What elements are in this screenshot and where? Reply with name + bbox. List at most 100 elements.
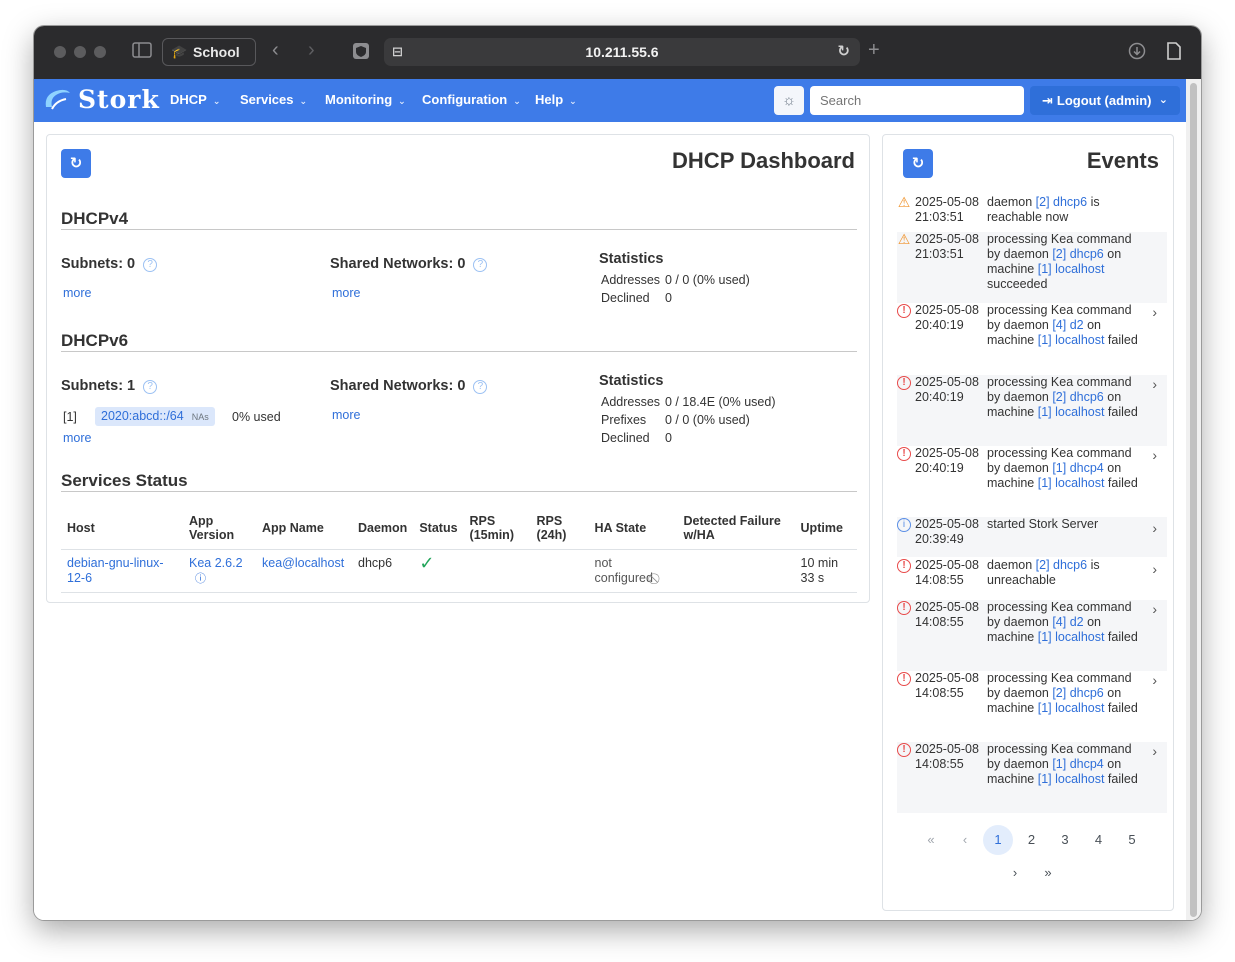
v6-stat-addresses-value: 0 / 18.4E (0% used) xyxy=(665,395,776,409)
chevron-right-icon[interactable]: › xyxy=(1152,448,1157,463)
menu-monitoring[interactable]: Monitoring ⌄ xyxy=(325,91,406,110)
menu-services[interactable]: Services ⌄ xyxy=(240,91,307,110)
logout-button[interactable]: ⇥ Logout (admin) ⌄ xyxy=(1030,86,1180,115)
event-timestamp: 2025-05-08 14:08:55 xyxy=(915,600,987,630)
v6-subnet-link[interactable]: 2020:abcd::/64 NAs xyxy=(95,407,215,426)
event-entity-link[interactable]: [2] dhcp6 xyxy=(1036,558,1087,572)
col-status: Status xyxy=(413,508,464,550)
info-icon[interactable]: ⓘ xyxy=(195,573,206,585)
event-entity-link[interactable]: [2] dhcp6 xyxy=(1052,686,1103,700)
site-settings-icon[interactable]: ⊟ xyxy=(392,38,403,66)
event-item: ⚠ 2025-05-08 21:03:51 processing Kea comman… xyxy=(897,232,1167,303)
page-button-4[interactable]: 4 xyxy=(1084,825,1114,855)
event-item[interactable]: ! 2025-05-08 14:08:55 daemon [2] dhcp6 is u… xyxy=(897,558,1167,599)
forward-icon[interactable]: › xyxy=(308,40,315,60)
v4-subnets-more-link[interactable]: more xyxy=(63,286,91,300)
dashboard-refresh-button[interactable]: ↻ xyxy=(61,149,91,178)
back-icon[interactable]: ‹ xyxy=(272,40,279,60)
event-item[interactable]: ! 2025-05-08 14:08:55 processing Kea comman… xyxy=(897,671,1167,742)
reader-icon[interactable] xyxy=(1166,42,1182,66)
event-item[interactable]: ! 2025-05-08 20:40:19 processing Kea comman… xyxy=(897,303,1167,374)
theme-toggle-button[interactable]: ☼ xyxy=(774,86,804,115)
page-scrollbar[interactable] xyxy=(1186,79,1201,920)
help-icon[interactable]: ? xyxy=(143,380,158,394)
event-item[interactable]: i 2025-05-08 20:39:49 started Stork Server › xyxy=(897,517,1167,557)
event-entity-link[interactable]: [4] d2 xyxy=(1052,615,1083,629)
chevron-right-icon[interactable]: › xyxy=(1152,305,1157,320)
event-entity-link[interactable]: [1] localhost xyxy=(1038,405,1105,419)
chevron-right-icon[interactable]: › xyxy=(1152,673,1157,688)
address-text: 10.211.55.6 xyxy=(585,44,659,60)
event-item[interactable]: ! 2025-05-08 14:08:55 processing Kea comman… xyxy=(897,600,1167,671)
new-tab-icon[interactable]: + xyxy=(868,40,880,60)
search-input[interactable] xyxy=(810,86,1024,115)
privacy-shield-icon[interactable] xyxy=(352,42,370,66)
address-bar[interactable]: ⊟ 10.211.55.6 ↻ xyxy=(384,38,860,66)
event-timestamp: 2025-05-08 20:39:49 xyxy=(915,517,987,547)
v6-subnets-more-link[interactable]: more xyxy=(63,431,91,445)
warning-icon: ⚠ xyxy=(897,194,911,210)
host-link[interactable]: debian-gnu-linux-12-6 xyxy=(67,556,164,585)
app-version-link[interactable]: Kea 2.6.2 xyxy=(189,556,243,570)
help-icon[interactable]: ? xyxy=(473,258,488,272)
scrollbar-thumb[interactable] xyxy=(1190,83,1197,917)
chevron-right-icon[interactable]: › xyxy=(1152,377,1157,392)
app-name-link[interactable]: kea@localhost xyxy=(262,556,344,570)
v6-stat-prefixes-label: Prefixes xyxy=(601,413,647,427)
menu-help[interactable]: Help ⌄ xyxy=(535,91,577,110)
event-entity-link[interactable]: [2] dhcp6 xyxy=(1052,247,1103,261)
event-item[interactable]: ! 2025-05-08 20:40:19 processing Kea comman… xyxy=(897,446,1167,517)
page-button-3[interactable]: 3 xyxy=(1050,825,1080,855)
app-navbar: Stork DHCP ⌄ Services ⌄ Monitoring ⌄ Config… xyxy=(34,79,1186,122)
event-entity-link[interactable]: [4] d2 xyxy=(1052,318,1083,332)
browser-titlebar: 🎓 School ⌄ ‹ › ⊟ 10.211.55.6 ↻ + xyxy=(34,26,1201,85)
downloads-icon[interactable] xyxy=(1128,42,1146,66)
prev-page-icon[interactable]: ‹ xyxy=(950,825,980,855)
page-button-5[interactable]: 5 xyxy=(1117,825,1147,855)
event-text-fragment: failed xyxy=(1104,405,1138,419)
next-page-icon[interactable]: › xyxy=(1000,858,1030,888)
chevron-down-icon[interactable]: ⌄ xyxy=(1159,86,1168,115)
reload-icon[interactable]: ↻ xyxy=(837,38,850,66)
sidebar-toggle-icon[interactable] xyxy=(132,42,152,64)
event-entity-link[interactable]: [1] dhcp4 xyxy=(1052,757,1103,771)
minimize-window-button[interactable] xyxy=(74,46,86,58)
menu-dhcp[interactable]: DHCP ⌄ xyxy=(170,91,220,110)
v6-shared-more-link[interactable]: more xyxy=(332,408,360,422)
event-entity-link[interactable]: [1] localhost xyxy=(1038,772,1105,786)
event-item[interactable]: ! 2025-05-08 14:08:55 processing Kea comman… xyxy=(897,742,1167,813)
event-item[interactable]: ! 2025-05-08 20:40:19 processing Kea comman… xyxy=(897,375,1167,446)
event-entity-link[interactable]: [1] localhost xyxy=(1038,476,1105,490)
chevron-right-icon[interactable]: › xyxy=(1152,744,1157,759)
stork-logo[interactable]: Stork xyxy=(42,85,160,115)
v4-shared-more-link[interactable]: more xyxy=(332,286,360,300)
event-entity-link[interactable]: [2] dhcp6 xyxy=(1036,195,1087,209)
event-time: 14:08:55 xyxy=(915,615,964,629)
v4-stat-addresses-label: Addresses xyxy=(601,273,661,287)
help-icon[interactable]: ? xyxy=(143,258,158,272)
help-icon[interactable]: ? xyxy=(473,380,488,394)
event-timestamp: 2025-05-08 20:40:19 xyxy=(915,303,987,333)
profile-button[interactable]: 🎓 School ⌄ xyxy=(162,38,256,85)
event-entity-link[interactable]: [1] dhcp4 xyxy=(1052,461,1103,475)
event-entity-link[interactable]: [1] localhost xyxy=(1038,630,1105,644)
chevron-right-icon[interactable]: › xyxy=(1152,521,1157,536)
last-page-icon[interactable]: » xyxy=(1033,858,1063,888)
event-entity-link[interactable]: [1] localhost xyxy=(1038,262,1105,276)
chevron-right-icon[interactable]: › xyxy=(1152,602,1157,617)
event-entity-link[interactable]: [1] localhost xyxy=(1038,333,1105,347)
page-button-2[interactable]: 2 xyxy=(1017,825,1047,855)
zoom-window-button[interactable] xyxy=(94,46,106,58)
page-button-1[interactable]: 1 xyxy=(983,825,1013,855)
event-entity-link[interactable]: [1] localhost xyxy=(1038,701,1105,715)
event-entity-link[interactable]: [2] dhcp6 xyxy=(1052,390,1103,404)
profile-label: School xyxy=(193,44,240,60)
event-text: daemon [2] dhcp6 is reachable now xyxy=(987,195,1147,225)
chevron-right-icon[interactable]: › xyxy=(1152,562,1157,577)
first-page-icon[interactable]: « xyxy=(916,825,946,855)
error-icon: ! xyxy=(897,559,911,573)
event-timestamp: 2025-05-08 20:40:19 xyxy=(915,375,987,405)
menu-configuration[interactable]: Configuration ⌄ xyxy=(422,91,521,110)
close-window-button[interactable] xyxy=(54,46,66,58)
events-refresh-button[interactable]: ↻ xyxy=(903,149,933,178)
